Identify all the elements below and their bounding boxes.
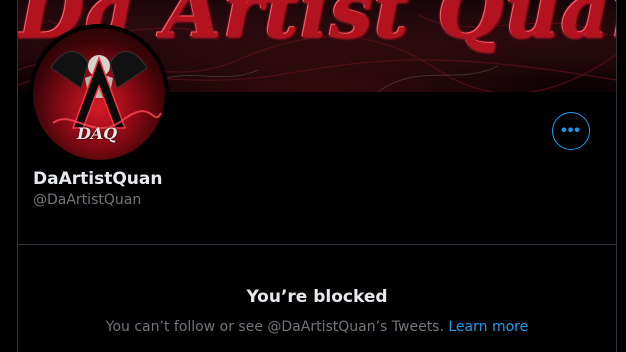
blocked-message: You can’t follow or see @DaArtistQuan’s … bbox=[105, 319, 444, 335]
more-horizontal-icon: ••• bbox=[561, 122, 581, 139]
user-handle: @DaArtistQuan bbox=[33, 192, 142, 208]
display-name: DaArtistQuan bbox=[33, 169, 163, 189]
learn-more-link[interactable]: Learn more bbox=[448, 319, 528, 335]
profile-avatar[interactable]: DAQ bbox=[29, 24, 169, 164]
blocked-message-line: You can’t follow or see @DaArtistQuan’s … bbox=[18, 319, 616, 335]
more-options-button[interactable]: ••• bbox=[552, 112, 590, 150]
profile-page: Da Artist Quan DAQ ••• DaArtistQuan @DaA… bbox=[0, 0, 626, 352]
avatar-image: DAQ bbox=[33, 28, 165, 160]
section-divider bbox=[18, 244, 616, 245]
blocked-title: You’re blocked bbox=[246, 287, 388, 307]
avatar-monogram: DAQ bbox=[77, 124, 118, 143]
column-border-right bbox=[616, 0, 617, 352]
